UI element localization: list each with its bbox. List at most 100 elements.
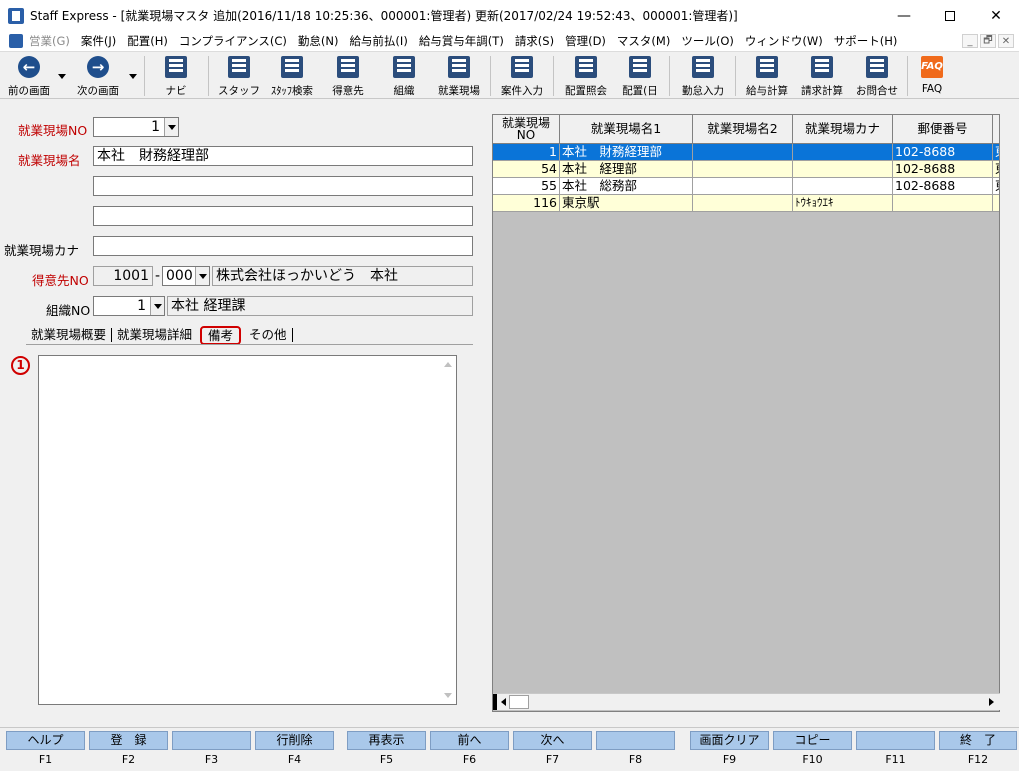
table-row[interactable]: 55 本社 総務部 102-8688 東 xyxy=(493,178,999,195)
payroll-calc-icon xyxy=(756,56,778,78)
mdi-close-button[interactable]: ✕ xyxy=(998,34,1014,48)
f6-prev-button[interactable]: 前へ xyxy=(430,731,509,750)
client-no-field: 1001 xyxy=(93,266,153,286)
scroll-left-icon[interactable] xyxy=(501,698,506,706)
minimize-button[interactable]: — xyxy=(881,0,927,31)
scroll-up-icon[interactable] xyxy=(444,362,452,367)
chevron-down-icon[interactable] xyxy=(164,118,178,136)
app-icon xyxy=(8,7,24,24)
assign-day-button[interactable]: 配置(日 xyxy=(616,54,664,98)
menu-admin[interactable]: 管理(D) xyxy=(565,33,606,49)
mdi-minimize-button[interactable]: _ xyxy=(962,34,978,48)
menu-assign[interactable]: 配置(H) xyxy=(127,33,168,49)
f2-register-button[interactable]: 登 録 xyxy=(89,731,168,750)
org-no-label: 組織NO xyxy=(46,303,91,318)
site-name-label: 就業現場名 xyxy=(18,153,81,168)
close-button[interactable]: ✕ xyxy=(973,0,1019,31)
site-button[interactable]: 就業現場 xyxy=(433,54,485,98)
billing-calc-label: 請求計算 xyxy=(801,85,843,97)
scroll-right-icon[interactable] xyxy=(989,698,994,706)
grid-header-zip[interactable]: 郵便番号 xyxy=(893,115,993,144)
table-row[interactable]: 54 本社 経理部 102-8688 東 xyxy=(493,161,999,178)
cell-extra: 東 xyxy=(993,178,999,195)
grid-header-name1[interactable]: 就業現場名1 xyxy=(560,115,693,144)
client-branch-combo[interactable]: 000 xyxy=(162,266,210,286)
f1-help-button[interactable]: ヘルプ xyxy=(6,731,85,750)
f12-exit-button[interactable]: 終 了 xyxy=(939,731,1017,750)
billing-calc-button[interactable]: 請求計算 xyxy=(796,54,848,98)
assign-day-label: 配置(日 xyxy=(622,85,658,97)
table-row[interactable]: 1 本社 財務経理部 102-8688 東 xyxy=(493,144,999,161)
tab-remarks[interactable]: 備考 xyxy=(200,325,242,345)
menu-tools[interactable]: ツール(O) xyxy=(681,33,734,49)
tab-other[interactable]: その他 xyxy=(244,328,293,342)
forward-button[interactable]: → 次の画面 xyxy=(72,54,124,98)
cell-kana xyxy=(793,161,893,178)
site-name-2-input[interactable] xyxy=(93,176,473,196)
menu-case[interactable]: 案件(J) xyxy=(81,33,116,49)
menu-support[interactable]: サポート(H) xyxy=(834,33,898,49)
site-name-1-input[interactable]: 本社 財務経理部 xyxy=(93,146,473,166)
faq-button[interactable]: FAQ FAQ xyxy=(913,54,951,98)
grid-header-kana[interactable]: 就業現場カナ xyxy=(793,115,893,144)
f4-delete-row-button[interactable]: 行削除 xyxy=(255,731,334,750)
chevron-down-icon[interactable] xyxy=(150,297,164,315)
site-kana-input[interactable] xyxy=(93,236,473,256)
f10-copy-button[interactable]: コピー xyxy=(773,731,852,750)
menu-master[interactable]: マスタ(M) xyxy=(617,33,670,49)
site-no-combo[interactable]: 1 xyxy=(93,117,179,137)
staff-search-icon xyxy=(281,56,303,78)
org-no-combo[interactable]: 1 xyxy=(93,296,165,316)
attendance-input-button[interactable]: 勤怠入力 xyxy=(676,54,730,98)
mdi-restore-button[interactable]: 🗗 xyxy=(980,34,996,48)
grid-header-name2[interactable]: 就業現場名2 xyxy=(693,115,793,144)
forward-dropdown-icon[interactable] xyxy=(129,74,137,79)
f7-next-button[interactable]: 次へ xyxy=(513,731,592,750)
f3-button[interactable] xyxy=(172,731,251,750)
scroll-down-icon[interactable] xyxy=(444,693,452,698)
back-dropdown-icon[interactable] xyxy=(58,74,66,79)
grid-header-no[interactable]: 就業現場NO xyxy=(493,115,560,144)
remarks-textarea[interactable] xyxy=(38,355,457,705)
menu-prepay[interactable]: 給与前払(I) xyxy=(349,33,407,49)
case-input-button[interactable]: 案件入力 xyxy=(496,54,548,98)
menu-compliance[interactable]: コンプライアンス(C) xyxy=(179,33,287,49)
f11-button[interactable] xyxy=(856,731,935,750)
f5-refresh-button[interactable]: 再表示 xyxy=(347,731,426,750)
inquiry-button[interactable]: お問合せ xyxy=(851,54,903,98)
menu-window[interactable]: ウィンドウ(W) xyxy=(745,33,823,49)
toolbar-separator xyxy=(144,56,145,96)
remarks-scrollbar[interactable] xyxy=(440,356,456,704)
f8-button[interactable] xyxy=(596,731,675,750)
cell-name2 xyxy=(693,178,793,195)
back-button[interactable]: ← 前の画面 xyxy=(4,54,54,98)
site-grid[interactable]: 就業現場NO 就業現場名1 就業現場名2 就業現場カナ 郵便番号 1 本社 財務… xyxy=(492,114,1000,712)
chevron-down-icon[interactable] xyxy=(195,267,209,285)
cell-zip xyxy=(893,195,993,212)
staff-search-button[interactable]: ｽﾀｯﾌ検索 xyxy=(266,54,318,98)
assign-query-button[interactable]: 配置照会 xyxy=(560,54,612,98)
client-button[interactable]: 得意先 xyxy=(326,54,370,98)
function-key-bar: ヘルプ F1 登 録 F2 F3 行削除 F4 再表示 F5 前へ F6 次へ … xyxy=(0,727,1019,771)
menu-payroll[interactable]: 給与賞与年調(T) xyxy=(419,33,504,49)
table-row[interactable]: 116 東京駅 ﾄｳｷｮｳｴｷ xyxy=(493,195,999,212)
site-name-3-input[interactable] xyxy=(93,206,473,226)
grid-horizontal-scrollbar[interactable] xyxy=(493,693,1000,710)
cell-extra: 東 xyxy=(993,144,999,161)
document-icon xyxy=(9,34,23,48)
toolbar-separator xyxy=(208,56,209,96)
payroll-calc-button[interactable]: 給与計算 xyxy=(741,54,793,98)
scroll-thumb[interactable] xyxy=(509,695,529,709)
navi-button[interactable]: ナビ xyxy=(155,54,197,98)
f9-clear-button[interactable]: 画面クリア xyxy=(690,731,769,750)
staff-button[interactable]: スタッフ xyxy=(217,54,261,98)
menu-sales[interactable]: 営業(G) xyxy=(29,33,70,49)
tab-site-overview[interactable]: 就業現場概要 xyxy=(26,328,113,342)
client-name-field: 株式会社ほっかいどう 本社 xyxy=(212,266,473,286)
tab-site-detail[interactable]: 就業現場詳細 xyxy=(112,328,197,342)
org-button[interactable]: 組織 xyxy=(382,54,426,98)
tab-bar: 就業現場概要 就業現場詳細 備考 その他 xyxy=(26,325,293,345)
maximize-button[interactable] xyxy=(927,0,973,31)
menu-attendance[interactable]: 勤怠(N) xyxy=(298,33,339,49)
menu-billing[interactable]: 請求(S) xyxy=(515,33,554,49)
